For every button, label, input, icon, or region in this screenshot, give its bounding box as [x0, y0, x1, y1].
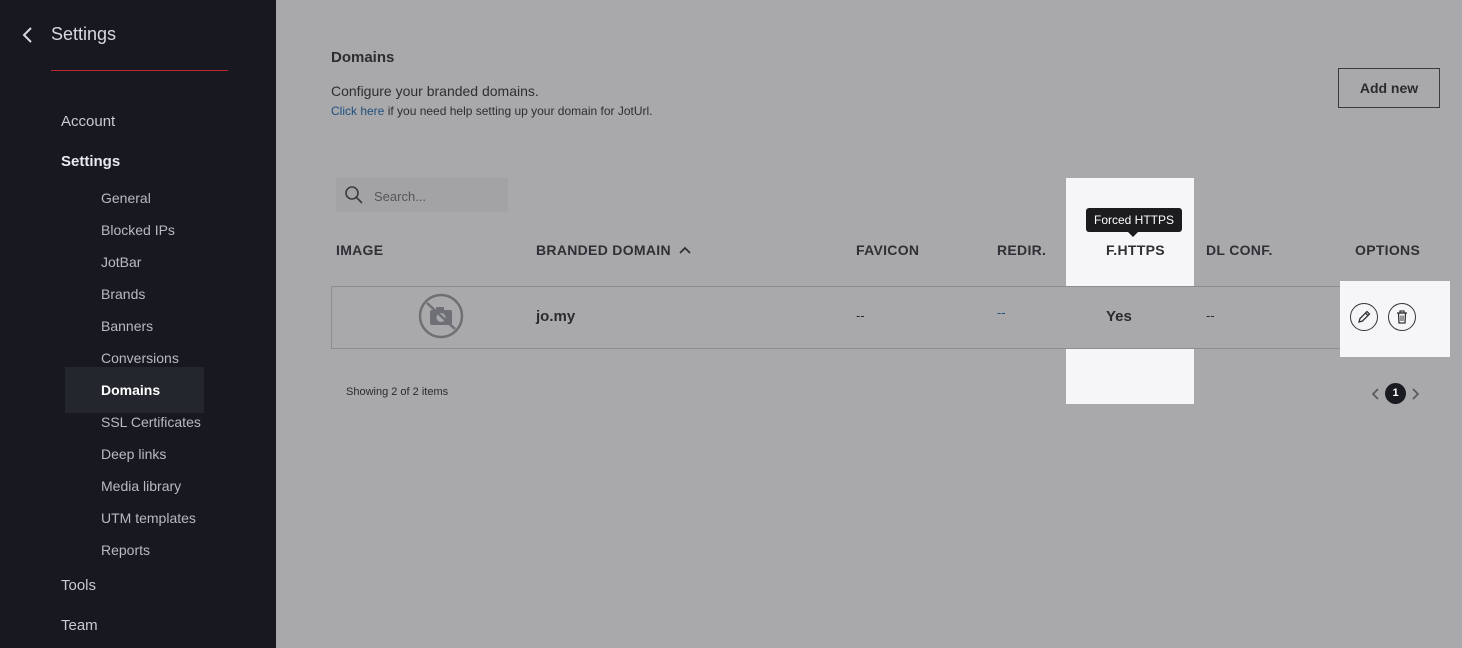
column-header-fhttps[interactable]: F.HTTPS [1106, 242, 1165, 258]
main-content: Domains Configure your branded domains. … [276, 0, 1462, 648]
sidebar-title-underline [51, 70, 228, 71]
pager-next-icon[interactable] [1409, 385, 1423, 403]
showing-count: Showing 2 of 2 items [346, 386, 449, 398]
help-link[interactable]: Click here [331, 104, 384, 118]
pencil-icon [1358, 310, 1371, 323]
search-icon [345, 186, 363, 204]
column-header-options: OPTIONS [1355, 242, 1421, 258]
cell-dl-conf: -- [1206, 308, 1215, 323]
sidebar-sub-media-library[interactable]: Media library [101, 478, 181, 494]
page-title: Domains [331, 49, 395, 66]
no-image-camera-icon [418, 293, 464, 339]
column-header-branded-domain-label: BRANDED DOMAIN [536, 242, 671, 258]
column-header-favicon[interactable]: FAVICON [856, 242, 919, 258]
table-row [331, 286, 1443, 349]
chevron-up-icon [679, 246, 691, 254]
sidebar-sub-ssl-certificates[interactable]: SSL Certificates [101, 414, 201, 430]
sidebar-item-account[interactable]: Account [61, 113, 115, 130]
cell-fhttps: Yes [1106, 308, 1132, 325]
sidebar-sub-jotbar[interactable]: JotBar [101, 254, 141, 270]
trash-icon [1397, 310, 1407, 324]
sidebar: Settings Account Settings General Blocke… [0, 0, 276, 648]
column-header-dl-conf[interactable]: DL CONF. [1206, 242, 1273, 258]
pager-prev-icon[interactable] [1368, 385, 1382, 403]
pager-page-1[interactable]: 1 [1385, 383, 1406, 404]
edit-button[interactable] [1350, 303, 1378, 331]
help-text: Click here if you need help setting up y… [331, 104, 653, 118]
page-description: Configure your branded domains. [331, 83, 539, 99]
delete-button[interactable] [1388, 303, 1416, 331]
cell-redir: -- [997, 305, 1006, 320]
sidebar-sub-banners[interactable]: Banners [101, 318, 153, 334]
cell-favicon: -- [856, 308, 865, 323]
sidebar-item-settings[interactable]: Settings [61, 153, 120, 170]
chevron-left-icon[interactable] [18, 24, 38, 46]
help-text-rest: if you need help setting up your domain … [384, 104, 653, 118]
sidebar-item-team[interactable]: Team [61, 617, 98, 634]
cell-branded-domain: jo.my [536, 308, 576, 325]
column-header-branded-domain[interactable]: BRANDED DOMAIN [536, 242, 691, 258]
sidebar-sub-blocked-ips[interactable]: Blocked IPs [101, 222, 175, 238]
sidebar-sub-domains[interactable]: Domains [101, 382, 160, 398]
sidebar-sub-brands[interactable]: Brands [101, 286, 145, 302]
sidebar-title: Settings [51, 24, 117, 44]
column-header-image: IMAGE [336, 242, 384, 258]
sidebar-sub-general[interactable]: General [101, 190, 151, 206]
options-highlight [1340, 281, 1450, 357]
search-box [336, 178, 508, 212]
search-input[interactable] [372, 184, 506, 208]
sidebar-sub-reports[interactable]: Reports [101, 542, 150, 558]
sidebar-sub-utm-templates[interactable]: UTM templates [101, 510, 196, 526]
add-new-button[interactable]: Add new [1338, 68, 1440, 108]
sidebar-sub-deep-links[interactable]: Deep links [101, 446, 166, 462]
sidebar-sub-conversions[interactable]: Conversions [101, 350, 179, 366]
tooltip-forced-https: Forced HTTPS [1086, 208, 1183, 237]
sidebar-item-tools[interactable]: Tools [61, 577, 96, 594]
column-header-redir[interactable]: REDIR. [997, 242, 1046, 258]
